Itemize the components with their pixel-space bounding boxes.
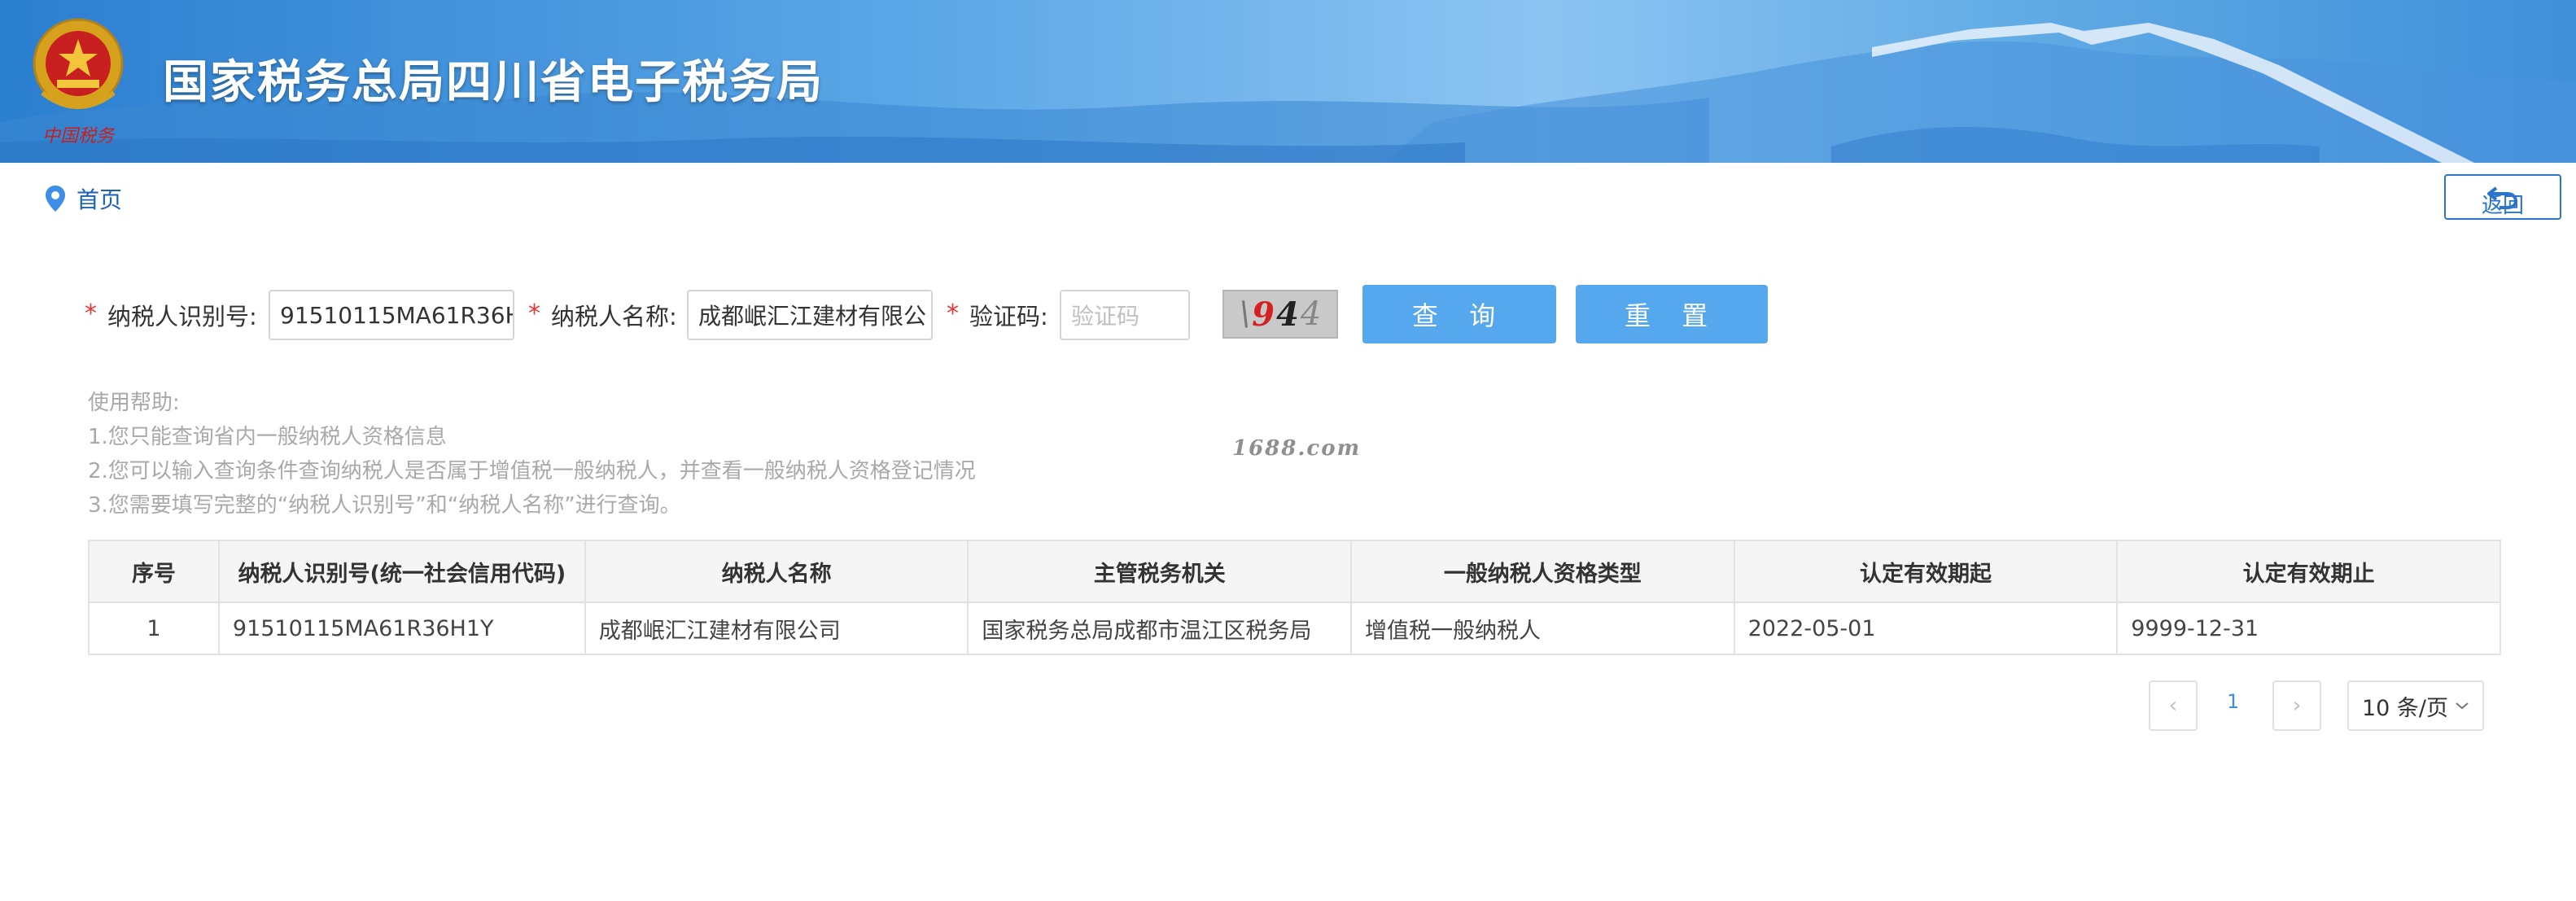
help-title: 使用帮助: <box>88 391 180 415</box>
column-header: 认定有效期起 <box>1733 540 2119 603</box>
page-size-value: 10 条/页 <box>2361 695 2449 721</box>
header-banner: 中国税务 国家税务总局四川省电子税务局 <box>0 0 2576 163</box>
captcha-label: 验证码: <box>969 303 1048 330</box>
required-mark: * <box>85 300 97 328</box>
reset-button[interactable]: 重 置 <box>1576 285 1768 343</box>
chevron-left-icon: ‹ <box>2168 693 2178 718</box>
page-number-current[interactable]: 1 <box>2227 690 2239 713</box>
column-header: 纳税人识别号(统一社会信用代码) <box>217 540 586 603</box>
back-button[interactable]: 返回 <box>2444 174 2561 220</box>
taxpayer-name-label: 纳税人名称: <box>551 303 677 330</box>
cell-qualification-type: 增值税一般纳税人 <box>1350 601 1735 655</box>
query-form: * 纳税人识别号: 91510115MA61R36H * 纳税人名称: 成都岷汇… <box>85 285 2445 343</box>
required-mark: * <box>528 300 540 328</box>
taxpayer-name-input[interactable]: 成都岷汇江建材有限公 <box>687 290 933 340</box>
tax-emblem-logo: 中国税务 <box>26 15 130 148</box>
column-header: 纳税人名称 <box>584 540 969 603</box>
table-row: 1 91510115MA61R36H1Y 成都岷汇江建材有限公司 国家税务总局成… <box>88 601 2501 655</box>
column-header: 一般纳税人资格类型 <box>1350 540 1735 603</box>
prev-page-button[interactable]: ‹ <box>2149 680 2198 731</box>
table-header-row: 序号 纳税人识别号(统一社会信用代码) 纳税人名称 主管税务机关 一般纳税人资格… <box>88 540 2501 603</box>
usage-help: 使用帮助: 1.您只能查询省内一般纳税人资格信息 2.您可以输入查询条件查询纳税… <box>88 386 976 523</box>
chevron-right-icon: › <box>2292 693 2302 718</box>
captcha-input[interactable]: 验证码 <box>1060 290 1190 340</box>
help-line: 2.您可以输入查询条件查询纳税人是否属于增值税一般纳税人，并查看一般纳税人资格登… <box>88 459 976 483</box>
column-header: 认定有效期止 <box>2116 540 2501 603</box>
result-table: 序号 纳税人识别号(统一社会信用代码) 纳税人名称 主管税务机关 一般纳税人资格… <box>88 540 2501 655</box>
chevron-down-icon <box>2456 702 2469 710</box>
breadcrumb: 首页 <box>44 181 122 217</box>
query-button[interactable]: 查 询 <box>1362 285 1556 343</box>
cell-valid-to: 9999-12-31 <box>2116 601 2501 655</box>
column-header: 主管税务机关 <box>967 540 1353 603</box>
cell-taxpayer-name: 成都岷汇江建材有限公司 <box>584 601 969 655</box>
column-header: 序号 <box>88 540 220 603</box>
location-pin-icon <box>46 186 65 212</box>
cell-valid-from: 2022-05-01 <box>1733 601 2119 655</box>
cell-taxpayer-id: 91510115MA61R36H1Y <box>217 601 586 655</box>
watermark: 1688.com <box>1232 436 1362 461</box>
taxpayer-id-input[interactable]: 91510115MA61R36H <box>269 290 514 340</box>
required-mark: * <box>947 300 959 328</box>
help-line: 1.您只能查询省内一般纳税人资格信息 <box>88 425 447 449</box>
next-page-button[interactable]: › <box>2272 680 2321 731</box>
cell-index: 1 <box>88 601 220 655</box>
site-title: 国家税务总局四川省电子税务局 <box>163 56 824 109</box>
help-line: 3.您需要填写完整的“纳税人识别号”和“纳税人名称”进行查询。 <box>88 493 681 518</box>
page-size-select[interactable]: 10 条/页 <box>2347 680 2484 731</box>
svg-text:中国税务: 中国税务 <box>42 126 116 147</box>
captcha-image[interactable]: \ 9 4 4 <box>1222 290 1338 339</box>
back-button-label: 返回 <box>2481 194 2524 218</box>
breadcrumb-home[interactable]: 首页 <box>77 182 122 215</box>
cell-tax-authority: 国家税务总局成都市温江区税务局 <box>967 601 1353 655</box>
taxpayer-id-label: 纳税人识别号: <box>107 303 257 330</box>
